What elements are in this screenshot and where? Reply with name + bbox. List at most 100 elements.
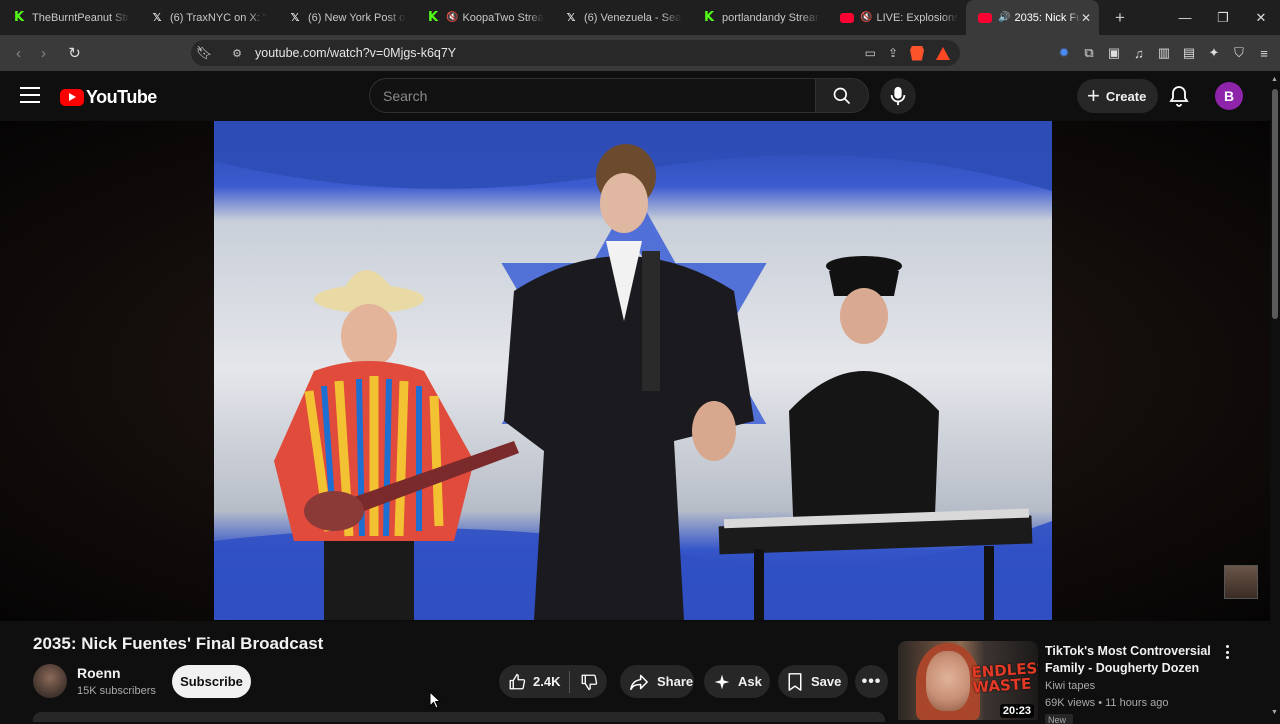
share-label: Share [657,674,694,689]
create-label: Create [1105,88,1147,104]
miniplayer-thumbnail[interactable] [1224,565,1258,599]
tab-title: TheBurntPeanut Strea [32,11,130,24]
close-window-icon[interactable]: ✕ [1242,10,1280,26]
notifications-bell-icon[interactable] [1167,84,1191,108]
scrollbar-thumb[interactable] [1272,89,1278,319]
tab-title: LIVE: Explosions h [876,11,958,24]
recommended-title[interactable]: TikTok's Most Controversial Family - Dou… [1045,643,1215,677]
new-tab-button[interactable]: + [1105,8,1135,28]
dislike-button[interactable] [570,665,607,698]
share-button[interactable]: Share [620,665,694,698]
forward-icon[interactable]: › [31,45,56,62]
channel-avatar[interactable] [33,664,67,698]
youtube-masthead: YouTube + Create B [0,71,1270,121]
extension-icon[interactable]: ✹ [1056,45,1072,61]
youtube-wordmark: YouTube [86,87,157,107]
wallet-icon[interactable]: ▤ [1181,45,1197,61]
back-icon[interactable]: ‹ [6,45,31,62]
microphone-icon [890,86,906,106]
scroll-down-icon[interactable]: ▼ [1271,709,1278,716]
browser-tab[interactable]: K 🔇 KoopaTwo Stream [414,0,552,35]
video-player[interactable] [214,121,1052,620]
like-count: 2.4K [533,674,561,689]
tab-title: 2035: Nick Fue [1014,11,1081,24]
tab-title: (6) New York Post on [308,11,406,24]
search-icon [833,87,851,104]
youtube-play-icon [60,89,84,106]
close-tab-icon[interactable]: ✕ [1081,11,1091,25]
bookmark-icon [788,672,802,691]
video-title: 2035: Nick Fuentes' Final Broadcast [33,634,324,653]
ask-button[interactable]: Ask [704,665,770,698]
restore-icon[interactable]: ❐ [1204,10,1242,26]
save-button[interactable]: Save [778,665,848,698]
share-page-icon[interactable]: ⇪ [888,46,898,60]
x-logo-icon: 𝕏 [290,11,300,24]
browser-tab[interactable]: 𝕏 (6) TraxNYC on X: "An [138,0,276,35]
more-actions-button[interactable]: ••• [855,665,888,698]
thumbs-down-icon [581,674,597,690]
muted-speaker-icon[interactable]: 🔇 [446,12,458,23]
cast-icon[interactable]: ▭ [865,46,876,60]
search-input[interactable] [370,79,815,112]
channel-name[interactable]: Roenn [77,665,121,681]
subscriber-count: 15K subscribers [77,685,156,697]
reload-icon[interactable]: ↻ [62,44,87,62]
browser-tab[interactable]: 𝕏 (6) New York Post on [276,0,414,35]
leo-ai-icon[interactable]: ✦ [1206,45,1222,61]
extensions-area: ✹ ⧉ ▣ ♫ ▥ ▤ ✦ ⛉ ≡ [1056,35,1272,71]
browser-tab[interactable]: 🔇 LIVE: Explosions h [828,0,966,35]
search-button[interactable] [815,78,869,113]
browser-tab-active[interactable]: 🔊 2035: Nick Fue ✕ [966,0,1099,35]
vpn-icon[interactable]: ⛉ [1231,45,1247,61]
description-box[interactable] [33,712,885,722]
kick-icon: K [703,10,715,25]
browser-tab[interactable]: K TheBurntPeanut Strea [0,0,138,35]
tab-title: (6) TraxNYC on X: "An [170,11,268,24]
puzzle-icon[interactable]: ⧉ [1081,45,1097,61]
recommended-meta: 69K views • 11 hours ago [1045,697,1169,709]
recommended-menu-icon[interactable] [1220,643,1234,661]
scroll-up-icon[interactable]: ▲ [1271,76,1278,83]
voice-search-button[interactable] [880,78,916,114]
ask-label: Ask [738,674,762,689]
brave-rewards-icon[interactable] [936,46,950,60]
browser-tab[interactable]: K portlandandy Stream [690,0,828,35]
url-text[interactable]: youtube.com/watch?v=0Mjgs-k6q7Y [255,46,456,60]
x-logo-icon: 𝕏 [566,11,576,24]
music-icon[interactable]: ♫ [1131,46,1147,61]
kick-icon: K [13,10,25,25]
minimize-icon[interactable]: — [1166,10,1204,26]
window-controls: — ❐ ✕ [1166,10,1280,26]
youtube-icon [978,12,992,23]
x-logo-icon: 𝕏 [152,11,162,24]
tab-title: portlandandy Stream [722,11,820,24]
subscribe-button[interactable]: Subscribe [172,665,251,698]
video-frame [214,121,1052,620]
muted-speaker-icon[interactable]: 🔇 [860,12,872,23]
recommended-channel[interactable]: Kiwi tapes [1045,680,1095,692]
page-scrollbar[interactable]: ▲ ▼ [1270,71,1280,720]
recommended-thumbnail[interactable]: ENDLESS WASTE 20:23 [898,641,1038,720]
site-info-icon[interactable]: ⚙ [227,47,247,60]
kick-icon: K [427,10,439,25]
bookmark-icon[interactable]: 🔖︎ [191,45,217,61]
like-dislike-group: 2.4K [499,665,607,698]
youtube-logo[interactable]: YouTube [60,87,157,108]
speaker-icon[interactable]: 🔊 [998,12,1010,23]
create-button[interactable]: + Create [1077,79,1159,113]
account-avatar[interactable]: B [1215,82,1243,110]
like-button[interactable]: 2.4K [499,665,569,698]
brave-shields-icon[interactable] [910,45,924,61]
video-duration: 20:23 [999,704,1034,718]
browser-tab[interactable]: 𝕏 (6) Venezuela - Searc [552,0,690,35]
tab-title: KoopaTwo Stream [462,11,544,24]
youtube-icon [840,12,854,23]
share-arrow-icon [630,674,648,690]
reading-list-icon[interactable]: ▣ [1106,45,1122,61]
menu-icon[interactable]: ≡ [1256,46,1272,61]
sidebar-icon[interactable]: ▥ [1156,45,1172,61]
guide-menu-icon[interactable] [20,87,40,103]
address-bar[interactable]: 🔖︎ ⚙ youtube.com/watch?v=0Mjgs-k6q7Y ▭ ⇪ [191,40,960,66]
search-box [369,78,816,113]
